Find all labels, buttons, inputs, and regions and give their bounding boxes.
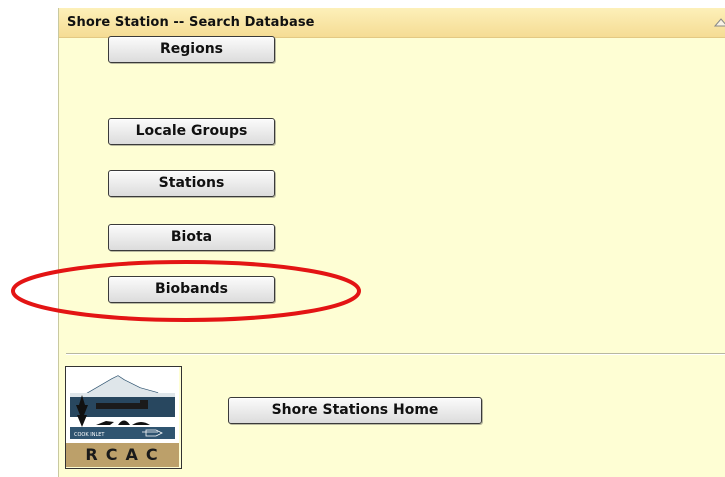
section-divider [66,353,725,355]
logo-text: RCAC [66,443,179,467]
biobands-button[interactable]: Biobands [108,276,275,303]
biota-button[interactable]: Biota [108,224,275,251]
rcac-logo-image: COOK INLET [66,367,179,443]
collapse-icon[interactable] [714,17,725,28]
locale-groups-button[interactable]: Locale Groups [108,118,275,145]
rcac-logo: COOK INLET RCAC [65,366,182,469]
stations-button[interactable]: Stations [108,170,275,197]
shore-stations-home-button[interactable]: Shore Stations Home [228,397,482,424]
panel-title: Shore Station -- Search Database [67,15,315,30]
regions-button[interactable]: Regions [108,36,275,63]
logo-small-text: COOK INLET [74,432,105,438]
panel-header: Shore Station -- Search Database [59,8,725,38]
